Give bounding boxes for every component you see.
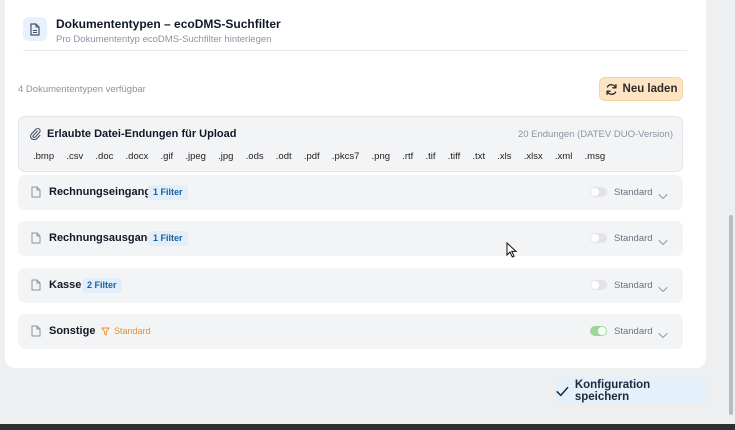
extension-item: .jpg xyxy=(218,151,234,162)
extension-item: .bmp xyxy=(33,151,55,162)
doc-type-name: Kasse xyxy=(49,279,82,291)
taskbar-strip xyxy=(0,424,735,430)
extension-item: .txt xyxy=(472,151,486,162)
extension-item: .ods xyxy=(245,151,264,162)
extension-item: .msg xyxy=(584,151,606,162)
chevron-down-icon[interactable] xyxy=(658,233,668,251)
filter-count-badge: 1 Filter xyxy=(148,231,188,246)
document-icon xyxy=(31,231,41,249)
chevron-down-icon[interactable] xyxy=(658,326,668,344)
badge-label: Standard xyxy=(114,326,151,336)
badge-label: 1 Filter xyxy=(153,187,183,197)
toggle-label: Standard xyxy=(614,233,653,244)
document-icon xyxy=(31,324,41,342)
doc-type-row[interactable]: Rechnungsausgang 1 Filter Standard xyxy=(18,221,683,256)
extension-item: .pdf xyxy=(303,151,320,162)
extensions-list: .bmp .csv .doc .docx .gif .jpeg .jpg .ods .odt .p… xyxy=(33,151,617,162)
paperclip-icon xyxy=(29,127,41,145)
available-count: 4 Dokumententypen verfügbar xyxy=(18,84,146,95)
extension-item: .odt xyxy=(275,151,292,162)
reload-button-label: Neu laden xyxy=(622,83,678,95)
toggle-label: Standard xyxy=(614,326,653,337)
page-subtitle: Pro Dokumententyp ecoDMS-Suchfilter hint… xyxy=(56,34,272,45)
chevron-down-icon[interactable] xyxy=(658,187,668,205)
filter-count-badge: 2 Filter xyxy=(82,278,122,293)
save-config-button[interactable]: Konfiguration speichern xyxy=(556,378,706,404)
badge-label: 1 Filter xyxy=(153,233,183,243)
doc-type-row[interactable]: Sonstige Standard Standard xyxy=(18,314,683,349)
extension-item: .gif xyxy=(160,151,174,162)
extension-item: .doc xyxy=(95,151,114,162)
chevron-down-icon[interactable] xyxy=(658,280,668,298)
standard-toggle[interactable] xyxy=(590,326,607,336)
doc-type-row[interactable]: Rechnungseingang 1 Filter Standard xyxy=(18,175,683,210)
document-icon xyxy=(31,185,41,203)
standard-toggle[interactable] xyxy=(590,187,607,197)
standard-toggle[interactable] xyxy=(590,233,607,243)
extension-item: .tiff xyxy=(447,151,461,162)
filter-count-badge: 1 Filter xyxy=(148,185,188,200)
extension-item: .xls xyxy=(497,151,512,162)
check-icon xyxy=(556,386,569,396)
scrollbar[interactable] xyxy=(729,215,733,415)
doc-type-row[interactable]: Kasse 2 Filter Standard xyxy=(18,268,683,303)
extension-item: .pkcs7 xyxy=(331,151,360,162)
mouse-cursor-icon xyxy=(506,242,517,258)
doc-type-name: Sonstige xyxy=(49,325,96,337)
save-button-label: Konfiguration speichern xyxy=(574,379,651,403)
doc-type-name: Rechnungseingang xyxy=(49,186,152,198)
extension-item: .xlsx xyxy=(523,151,543,162)
extension-item: .xml xyxy=(554,151,573,162)
standard-badge: Standard xyxy=(101,324,156,339)
extensions-count: 20 Endungen (DATEV DUO-Version) xyxy=(517,129,673,140)
extensions-box: Erlaubte Datei-Endungen für Upload 20 En… xyxy=(18,116,683,172)
filter-icon xyxy=(101,327,110,336)
toggle-label: Standard xyxy=(614,280,653,291)
extension-item: .png xyxy=(371,151,391,162)
badge-label: 2 Filter xyxy=(87,280,117,290)
extension-item: .docx xyxy=(125,151,149,162)
extensions-title: Erlaubte Datei-Endungen für Upload xyxy=(47,128,237,140)
page-title: Dokumententypen – ecoDMS-Suchfilter xyxy=(56,17,281,31)
standard-toggle[interactable] xyxy=(590,280,607,290)
toggle-label: Standard xyxy=(614,187,653,198)
refresh-icon xyxy=(605,83,617,95)
doc-type-name: Rechnungsausgang xyxy=(49,232,155,244)
extension-item: .rtf xyxy=(402,151,414,162)
extension-item: .csv xyxy=(66,151,84,162)
extension-item: .tif xyxy=(425,151,436,162)
document-icon xyxy=(31,278,41,296)
document-icon xyxy=(23,17,47,41)
reload-button[interactable]: Neu laden xyxy=(599,77,683,101)
extension-item: .jpeg xyxy=(185,151,206,162)
section-header: Dokumententypen – ecoDMS-Suchfilter Pro … xyxy=(23,14,687,51)
